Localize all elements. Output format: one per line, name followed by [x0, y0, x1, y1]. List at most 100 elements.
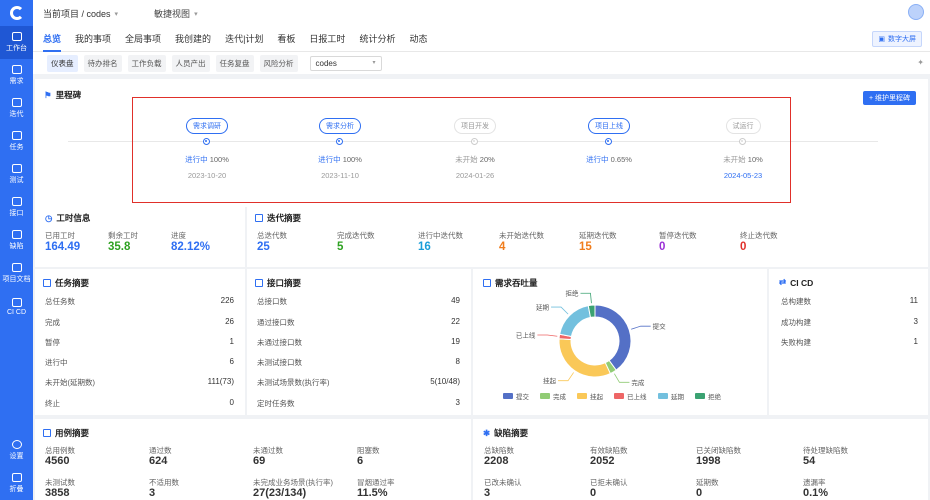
- tab-statistics[interactable]: 统计分析: [359, 27, 395, 52]
- stat-value: 0: [696, 487, 703, 499]
- stat-value: 54: [803, 455, 816, 467]
- nav-test[interactable]: 测试: [0, 158, 33, 191]
- gear-icon: [11, 440, 22, 449]
- row-label: 成功构建: [781, 318, 811, 327]
- project-select[interactable]: codes ▾: [309, 55, 382, 71]
- legend-swatch[interactable]: [577, 393, 587, 399]
- nav-defect[interactable]: 缺陷: [0, 224, 33, 257]
- milestone-item[interactable]: 项目上线: [564, 118, 654, 134]
- add-milestone-button[interactable]: + 维护里程碑: [862, 91, 916, 105]
- tab-my-items[interactable]: 我的事项: [75, 27, 111, 52]
- tab-iteration-plan[interactable]: 迭代|计划: [225, 27, 263, 52]
- legend-swatch[interactable]: [614, 393, 624, 399]
- row-label: 未测试接口数: [257, 358, 302, 367]
- row-value: 26: [225, 317, 234, 326]
- tab-kanban[interactable]: 看板: [277, 27, 295, 52]
- row-label: 终止: [45, 399, 60, 408]
- milestone-item[interactable]: 试运行: [698, 118, 788, 134]
- row-value: 6: [229, 357, 234, 366]
- milestone-dot: [335, 138, 343, 145]
- milestone-status: 未开始 10%: [723, 155, 763, 164]
- clipboard-icon: [11, 131, 22, 140]
- tab-daily-hours[interactable]: 日报工时: [309, 27, 345, 52]
- stat-value: 2208: [484, 455, 509, 467]
- pie-slice-挂起[interactable]: [558, 338, 611, 378]
- milestone-dot: [202, 138, 210, 145]
- stat-label: 延期迭代数: [579, 231, 617, 240]
- milestone-date: 2024-01-26: [455, 171, 495, 180]
- pin-icon[interactable]: ✦: [917, 58, 924, 67]
- throughput-donut-chart: 提交完成挂起已上线延期拒绝提交 完成 挂起 已上线 延期 拒绝: [503, 289, 722, 401]
- subtab-task-review[interactable]: 任务复盘: [215, 54, 254, 72]
- chevron-down-icon: ▾: [372, 59, 376, 66]
- stat-value: 0: [590, 487, 597, 499]
- subtab-output[interactable]: 人员产出: [171, 54, 210, 72]
- stat-value: 0: [740, 241, 747, 253]
- nav-iteration[interactable]: 迭代: [0, 92, 33, 125]
- slice-leader-line: [537, 334, 558, 337]
- milestone-item[interactable]: 项目开发: [430, 118, 520, 134]
- row-value: 111(73): [207, 377, 234, 386]
- stat-value: 2052: [590, 455, 615, 467]
- nav-demand[interactable]: 需求: [0, 59, 33, 92]
- flask-icon: [11, 164, 22, 173]
- legend-swatch[interactable]: [540, 393, 550, 399]
- monitor-icon: [11, 32, 22, 41]
- subtab-workload[interactable]: 工作负载: [127, 54, 166, 72]
- subtab-risk[interactable]: 风险分析: [259, 54, 298, 72]
- legend-label[interactable]: 完成: [553, 392, 567, 401]
- tab-overview[interactable]: 总览: [43, 27, 62, 52]
- tab-activity[interactable]: 动态: [409, 27, 427, 52]
- tab-created[interactable]: 我创建的: [175, 27, 211, 52]
- legend-label[interactable]: 延期: [671, 392, 685, 401]
- big-screen-button[interactable]: ▣ 数字大屏: [872, 31, 922, 47]
- avatar[interactable]: [908, 4, 924, 20]
- nav-task[interactable]: 任务: [0, 125, 33, 158]
- sub-tabs: 仪表盘 待办排名 工作负载 人员产出 任务复盘 风险分析 codes ▾ ✦: [33, 52, 930, 74]
- row-value: 0: [229, 398, 234, 407]
- milestone-date: 2024-05-23: [723, 171, 763, 180]
- pie-slice-提交[interactable]: [594, 304, 632, 371]
- nav-cicd[interactable]: CI CD: [0, 290, 33, 323]
- legend-label[interactable]: 已上线: [627, 392, 647, 401]
- tab-global-items[interactable]: 全局事项: [125, 27, 161, 52]
- stat-value: 6: [357, 455, 364, 467]
- nav-workbench[interactable]: 工作台: [0, 26, 33, 59]
- subtab-dashboard[interactable]: 仪表盘: [47, 54, 78, 72]
- legend-label[interactable]: 拒绝: [708, 392, 722, 401]
- slice-leader-line: [613, 373, 630, 383]
- legend-label[interactable]: 提交: [516, 392, 530, 401]
- legend-swatch[interactable]: [658, 393, 668, 399]
- worktime-title: 工时信息: [56, 213, 91, 223]
- nav-collapse[interactable]: 折叠: [0, 467, 33, 500]
- subtab-todo-rank[interactable]: 待办排名: [83, 54, 122, 72]
- milestone-item[interactable]: 需求调研: [162, 118, 252, 134]
- clock-icon: ◷: [45, 212, 53, 223]
- view-switcher[interactable]: 敏捷视图: [154, 7, 190, 20]
- stat-value: 3: [149, 487, 156, 499]
- milestone-item[interactable]: 需求分析: [295, 118, 385, 134]
- row-value: 3: [913, 317, 918, 326]
- api-summary-title: 接口摘要: [267, 278, 302, 288]
- iteration-summary-panel: 迭代摘要 总迭代数 完成迭代数 进行中迭代数 未开始迭代数 延期迭代数 暂停迭代…: [247, 207, 928, 267]
- legend-swatch[interactable]: [695, 393, 705, 399]
- used-hours-label: 已用工时: [45, 231, 75, 240]
- nav-api[interactable]: 接口: [0, 191, 33, 224]
- legend-swatch[interactable]: [503, 393, 513, 399]
- legend-label[interactable]: 挂起: [590, 392, 604, 401]
- case-summary-panel: 用例摘要 总用例数 通过数 未通过数 阻塞数 4560 624 69 6 未测试…: [35, 419, 471, 500]
- row-value: 19: [451, 337, 460, 346]
- slice-leader-line: [558, 372, 574, 382]
- slice-leader-line: [551, 306, 569, 315]
- progress-label: 进度: [171, 231, 186, 240]
- chevron-down-icon[interactable]: ▾: [194, 10, 198, 18]
- nav-docs[interactable]: 项目文档: [0, 257, 33, 290]
- chevron-down-icon[interactable]: ▾: [115, 10, 119, 18]
- stat-value: 5: [337, 241, 344, 253]
- folder-icon: [11, 263, 22, 272]
- breadcrumb[interactable]: 当前项目 / codes: [43, 7, 111, 20]
- nav-settings[interactable]: 设置: [0, 434, 33, 467]
- defect-summary-title: 缺陷摘要: [494, 428, 529, 438]
- api-icon: [11, 197, 22, 206]
- app-logo[interactable]: [0, 0, 33, 26]
